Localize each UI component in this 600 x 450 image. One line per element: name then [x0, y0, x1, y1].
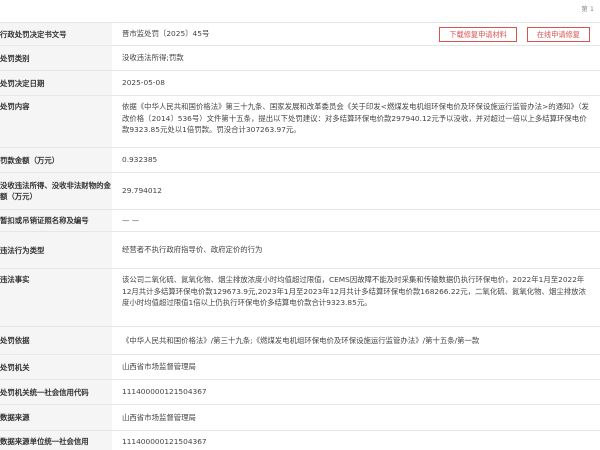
decision-number-text: 晋市监处罚〔2025〕45号 — [122, 29, 210, 39]
row-license: 暂扣或吊销证照名称及编号 — — — [0, 210, 600, 232]
label-authority-credit-code: 处罚机关统一社会信用代码 — [0, 380, 112, 404]
row-penalty-authority: 处罚机关 山西省市场监督管理局 — [0, 355, 600, 380]
row-confiscation-amount: 没收违法所得、没收非法财物的金额（万元） 29.794012 — [0, 173, 600, 210]
value-penalty-content: 依据《中华人民共和国价格法》第三十九条、国家发展和改革委员会《关于印发<燃煤发电… — [122, 102, 589, 134]
label-penalty-content: 处罚内容 — [0, 96, 112, 147]
value-data-source: 山西省市场监督管理局 — [122, 412, 196, 422]
value-penalty-authority: 山西省市场监督管理局 — [122, 362, 196, 372]
value-penalty-basis: 《中华人民共和国价格法》/第三十九条;《燃煤发电机组环保电价及环保设施运行监管办… — [122, 335, 480, 345]
label-data-source: 数据来源 — [0, 405, 112, 430]
label-penalty-basis: 处罚依据 — [0, 327, 112, 354]
online-repair-application-button[interactable]: 在线申请修复 — [526, 26, 590, 42]
label-decision-number: 行政处罚决定书文号 — [0, 23, 112, 45]
label-license: 暂扣或吊销证照名称及编号 — [0, 210, 112, 231]
label-decision-date: 处罚决定日期 — [0, 71, 112, 95]
row-decision-number: 行政处罚决定书文号 晋市监处罚〔2025〕45号 下载修复申请材料 在线申请修复 — [0, 23, 600, 46]
label-violation-type: 违法行为类型 — [0, 232, 112, 268]
value-decision-number: 晋市监处罚〔2025〕45号 下载修复申请材料 在线申请修复 — [112, 23, 600, 45]
label-fine-amount: 罚款金额（万元） — [0, 148, 112, 172]
label-penalty-authority: 处罚机关 — [0, 355, 112, 379]
value-source-credit-code: 11140000012150436​7 — [122, 436, 207, 446]
row-authority-credit-code: 处罚机关统一社会信用代码 11140000012150436​7 — [0, 380, 600, 405]
value-violation-type: 经营者不执行政府指导价、政府定价的行为 — [122, 245, 263, 255]
value-license: — — — [122, 215, 140, 225]
page-number: 第 1 — [581, 5, 594, 13]
penalty-info-table: 行政处罚决定书文号 晋市监处罚〔2025〕45号 下载修复申请材料 在线申请修复… — [0, 22, 600, 450]
row-penalty-type: 处罚类别 没收违法所得;罚款 — [0, 46, 600, 71]
label-penalty-type: 处罚类别 — [0, 46, 112, 70]
row-violation-facts: 违法事实 该公司二氧化硫、氮氧化物、烟尘排放浓度小时均值超过限值，CEMS因故障… — [0, 269, 600, 327]
download-repair-materials-button[interactable]: 下载修复申请材料 — [439, 26, 517, 42]
label-violation-facts: 违法事实 — [0, 269, 112, 326]
row-penalty-basis: 处罚依据 《中华人民共和国价格法》/第三十九条;《燃煤发电机组环保电价及环保设施… — [0, 327, 600, 355]
row-fine-amount: 罚款金额（万元） 0.932385 — [0, 148, 600, 173]
row-source-credit-code: 数据来源单位统一社会信用 11140000012150436​7 — [0, 431, 600, 450]
value-decision-date: 2025-05-08 — [122, 78, 165, 88]
row-violation-type: 违法行为类型 经营者不执行政府指导价、政府定价的行为 — [0, 232, 600, 269]
value-violation-facts: 该公司二氧化硫、氮氧化物、烟尘排放浓度小时均值超过限值，CEMS因故障不能及时采… — [122, 275, 586, 307]
row-data-source: 数据来源 山西省市场监督管理局 — [0, 405, 600, 431]
label-source-credit-code: 数据来源单位统一社会信用 — [0, 431, 112, 450]
label-confiscation-amount: 没收违法所得、没收非法财物的金额（万元） — [0, 173, 112, 209]
row-decision-date: 处罚决定日期 2025-05-08 — [0, 71, 600, 96]
value-penalty-type: 没收违法所得;罚款 — [122, 53, 184, 63]
value-authority-credit-code: 11140000012150436​7 — [122, 387, 207, 397]
value-confiscation-amount: 29.794012 — [122, 186, 162, 196]
row-penalty-content: 处罚内容 依据《中华人民共和国价格法》第三十九条、国家发展和改革委员会《关于印发… — [0, 96, 600, 148]
value-fine-amount: 0.932385 — [122, 155, 158, 165]
